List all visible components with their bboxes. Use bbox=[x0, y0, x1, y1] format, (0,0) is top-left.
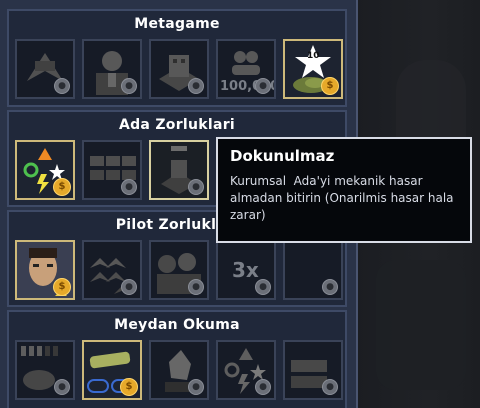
achievement-tile[interactable]: ● bbox=[149, 340, 209, 400]
coin-icon: $ bbox=[321, 77, 339, 95]
section-title: Ada Zorluklari bbox=[118, 117, 236, 133]
achievement-tile[interactable]: ● bbox=[283, 340, 343, 400]
achievement-tile[interactable]: ● bbox=[82, 240, 142, 300]
lock-icon: ● bbox=[121, 279, 137, 295]
section-challenge: Meydan Okuma ● $ ● ● ● bbox=[7, 310, 347, 408]
coin-icon: $ bbox=[120, 378, 138, 396]
achievement-tile[interactable]: ● bbox=[283, 240, 343, 300]
achievement-tile[interactable]: ● bbox=[15, 340, 75, 400]
coin-icon: $ bbox=[53, 178, 71, 196]
lock-icon: ● bbox=[54, 379, 70, 395]
achievement-tile[interactable]: ● bbox=[82, 140, 142, 200]
lock-icon: ● bbox=[255, 379, 271, 395]
section-metagame: Metagame ● ● ● 100,000 ● 10 $ bbox=[7, 9, 347, 107]
lock-icon: ● bbox=[322, 279, 338, 295]
achievement-tile[interactable]: $ bbox=[82, 340, 142, 400]
achievement-tile[interactable]: 3x ● bbox=[216, 240, 276, 300]
achievement-tile[interactable]: $ bbox=[15, 140, 75, 200]
lock-icon: ● bbox=[188, 179, 204, 195]
lock-icon: ● bbox=[121, 78, 137, 94]
lock-icon: ● bbox=[322, 379, 338, 395]
achievement-tile[interactable]: $ bbox=[15, 240, 75, 300]
section-title: Meydan Okuma bbox=[114, 317, 240, 333]
section-title: Metagame bbox=[134, 16, 220, 32]
lock-icon: ● bbox=[188, 379, 204, 395]
lock-icon: ● bbox=[54, 78, 70, 94]
multiplier-icon: 3x bbox=[232, 258, 259, 282]
achievement-tooltip: Dokunulmaz Kurumsal Ada'yi mekanik hasar… bbox=[216, 137, 472, 243]
tooltip-title: Dokunulmaz bbox=[230, 147, 335, 165]
achievement-tile[interactable]: ● bbox=[82, 39, 142, 99]
achievement-tile[interactable]: 10 $ bbox=[283, 39, 343, 99]
coin-icon: $ bbox=[53, 278, 71, 296]
lock-icon: ● bbox=[188, 78, 204, 94]
tooltip-description: Kurumsal Ada'yi mekanik hasar almadan bi… bbox=[230, 174, 458, 222]
achievement-tile[interactable]: ● bbox=[149, 39, 209, 99]
star-number: 10 bbox=[307, 51, 320, 61]
lock-icon: ● bbox=[255, 78, 271, 94]
achievement-tile[interactable]: ● bbox=[15, 39, 75, 99]
achievements-screen: Metagame ● ● ● 100,000 ● 10 $ Ada Zorluk… bbox=[0, 0, 480, 408]
lock-icon: ● bbox=[188, 279, 204, 295]
achievement-tile[interactable]: 100,000 ● bbox=[216, 39, 276, 99]
achievement-tile[interactable]: ● bbox=[149, 240, 209, 300]
achievement-tile[interactable]: ● bbox=[216, 340, 276, 400]
lock-icon: ● bbox=[255, 279, 271, 295]
achievement-tile[interactable]: ● bbox=[149, 140, 209, 200]
lock-icon: ● bbox=[121, 179, 137, 195]
